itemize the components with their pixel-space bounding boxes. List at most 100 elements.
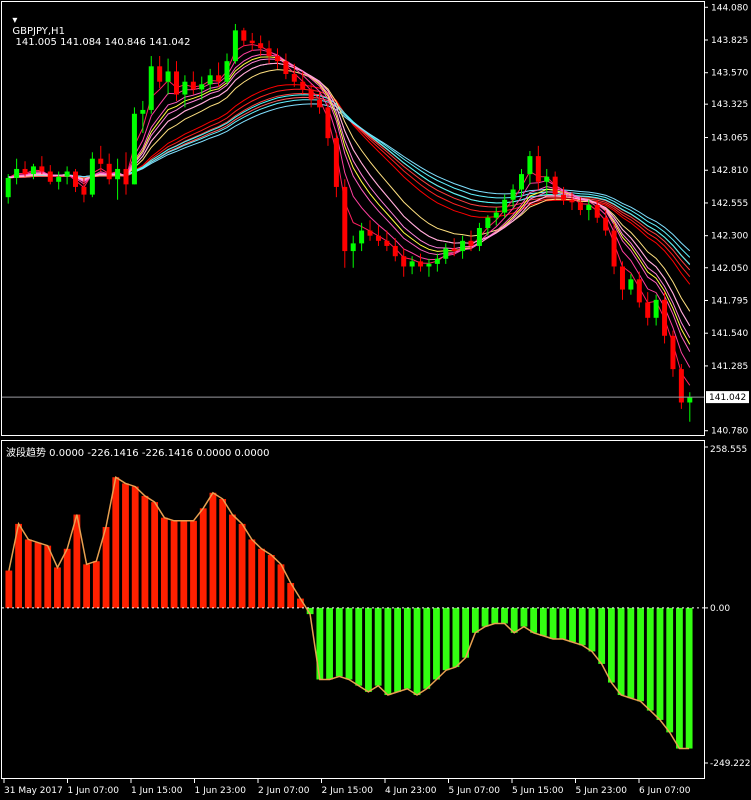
candle-body (687, 397, 693, 403)
histogram-bar (549, 607, 557, 640)
histogram-bar (24, 539, 32, 608)
histogram-bar (365, 607, 372, 692)
histogram-bar (607, 607, 615, 683)
candle-body (199, 84, 205, 90)
candle-body (586, 204, 592, 211)
price-tick-label: 142.300 (711, 232, 748, 242)
candle-body (207, 75, 213, 85)
candle-body (569, 199, 575, 203)
candle-body (115, 168, 121, 180)
price-tick-label: 142.810 (711, 166, 748, 176)
candle-body (619, 266, 625, 290)
histogram-bar (44, 545, 52, 608)
candle-body (434, 258, 440, 264)
candle-body (392, 245, 398, 257)
candle-body (224, 61, 230, 82)
histogram-bar (267, 555, 275, 608)
price-tick-label: 142.555 (711, 199, 748, 209)
histogram-bar (510, 607, 518, 633)
time-tick-label: 2 Jun 15:00 (322, 786, 374, 796)
histogram-bar (277, 564, 285, 608)
histogram-bar (403, 607, 411, 689)
histogram-bar (598, 607, 606, 664)
histogram-bar (646, 607, 654, 711)
ohlc-value: 141.005 (12, 37, 57, 48)
candle-body (249, 40, 255, 44)
time-tick-label: 31 May 2017 (4, 786, 63, 796)
price-tick-label: 141.285 (711, 362, 748, 372)
candle-body (426, 263, 432, 267)
histogram-bar (423, 607, 431, 689)
histogram-bar (501, 607, 508, 624)
candle-body (519, 174, 524, 190)
candle-body (367, 230, 373, 236)
candle-body (636, 279, 642, 303)
histogram-bar (219, 498, 227, 608)
candle-body (342, 186, 348, 252)
ohlc-value: 141.084 (56, 37, 102, 48)
candle-body (241, 30, 247, 41)
histogram-bar (34, 542, 42, 608)
candle-body (22, 168, 28, 175)
time-tick-label: 5 Jun 15:00 (512, 786, 564, 796)
candle-body (468, 240, 474, 246)
candle-body (47, 171, 53, 182)
candle-body (485, 217, 491, 228)
candle-body (300, 81, 306, 90)
histogram-bar (471, 607, 479, 633)
histogram-bar (676, 607, 683, 749)
histogram-bar (569, 607, 576, 643)
histogram-bar (491, 607, 499, 624)
price-tick-label: 141.795 (711, 296, 748, 306)
time-tick-label: 1 Jun 23:00 (195, 786, 247, 796)
candle-body (325, 107, 331, 139)
candle-body (56, 176, 62, 182)
candle-body (274, 56, 280, 62)
candle-body (317, 99, 323, 108)
candle-body (401, 256, 407, 267)
price-tick-label: 142.050 (711, 264, 748, 274)
candle-body (451, 248, 457, 252)
symbol-label: GBPJPY,H1 (12, 26, 65, 37)
histogram-bar (102, 527, 110, 608)
candle-body (232, 30, 238, 62)
candle-body (308, 89, 314, 100)
price-tick-label: 143.065 (711, 134, 748, 144)
candle-body (291, 74, 297, 82)
collapse-triangle-icon[interactable]: ▾ (12, 15, 17, 26)
histogram-bar (326, 607, 333, 680)
histogram-bar (452, 607, 460, 668)
time-tick-label: 1 Jun 07:00 (68, 786, 120, 796)
histogram-bar (151, 502, 159, 608)
chart-canvas: 144.080 143.825 143.570 143.325 143.065 142.8… (0, 0, 751, 800)
candle-body (14, 168, 20, 178)
candle-body (89, 158, 95, 195)
histogram-bar (190, 520, 197, 608)
candle-body (148, 66, 154, 110)
candle-body (418, 261, 424, 267)
candle-body (561, 194, 567, 200)
indicator-header: 波段趋势 0.0000 -226.1416 -226.1416 0.0000 0… (6, 448, 270, 459)
ohlc-value: 140.846 (101, 37, 146, 48)
candle-body (552, 176, 558, 195)
candle-body (266, 48, 272, 57)
candle-body (5, 177, 11, 198)
candle-body (502, 199, 508, 213)
candle-body (384, 240, 390, 246)
candle-body (64, 171, 70, 177)
histogram-bar (637, 607, 644, 702)
histogram-bar (54, 567, 61, 608)
histogram-bar (627, 607, 635, 699)
histogram-bar (5, 570, 13, 608)
time-tick-label: 5 Jun 07:00 (449, 786, 501, 796)
candle-body (73, 171, 79, 187)
histogram-bar (170, 520, 178, 608)
histogram-bar (559, 607, 567, 640)
candle-body (476, 227, 482, 246)
histogram-bar (394, 607, 401, 692)
histogram-bar (248, 539, 256, 608)
ohlc-value: 141.042 (145, 37, 191, 48)
histogram-bar (258, 548, 265, 608)
histogram-bar (481, 607, 489, 627)
histogram-bar (228, 514, 236, 608)
